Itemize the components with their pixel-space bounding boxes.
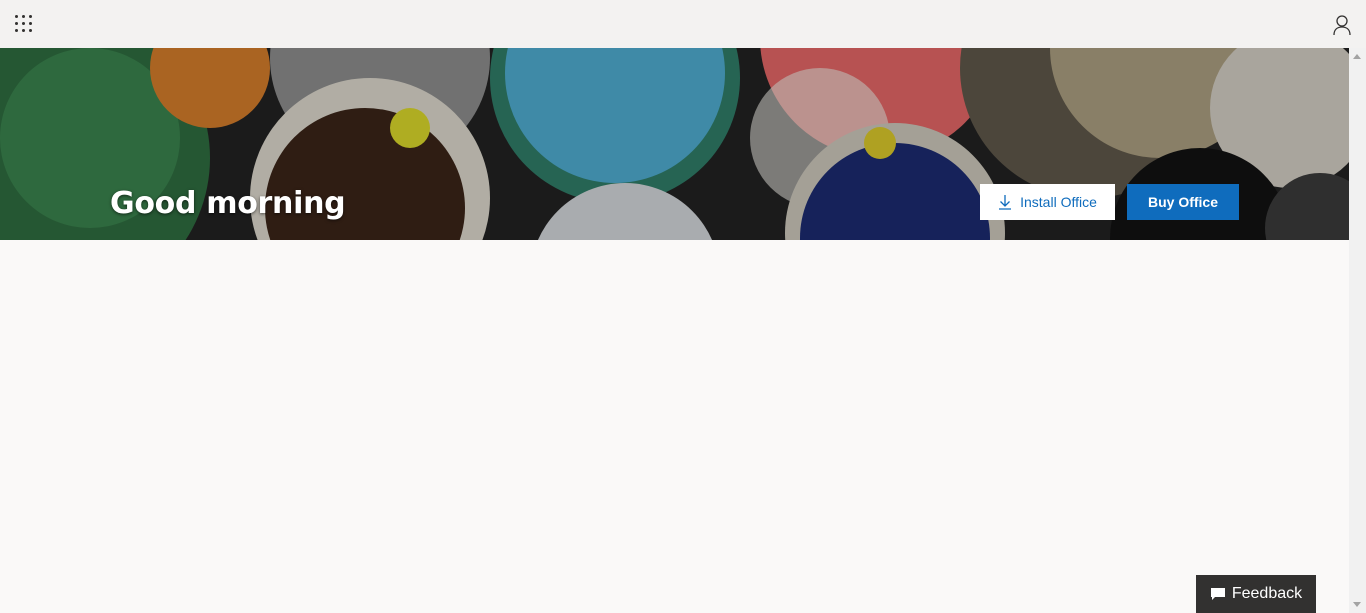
profile-person-icon[interactable] xyxy=(1332,14,1352,36)
scroll-down-arrow-icon[interactable] xyxy=(1353,602,1361,607)
buy-office-label: Buy Office xyxy=(1147,194,1218,210)
hero-banner: Good morning Install Office Buy Office xyxy=(0,48,1349,240)
greeting-heading: Good morning xyxy=(110,186,346,221)
feedback-button[interactable]: Feedback xyxy=(1196,575,1316,613)
scroll-up-arrow-icon[interactable] xyxy=(1353,54,1361,59)
vertical-scrollbar[interactable] xyxy=(1349,48,1366,613)
app-launcher-waffle-icon[interactable] xyxy=(13,13,35,35)
install-office-label: Install Office xyxy=(1020,194,1097,210)
feedback-label: Feedback xyxy=(1231,585,1303,602)
download-icon xyxy=(999,195,1012,210)
chat-bubble-icon xyxy=(1210,588,1225,600)
install-office-button[interactable]: Install Office xyxy=(980,184,1115,220)
top-bar xyxy=(0,0,1366,48)
buy-office-button[interactable]: Buy Office xyxy=(1127,184,1239,220)
